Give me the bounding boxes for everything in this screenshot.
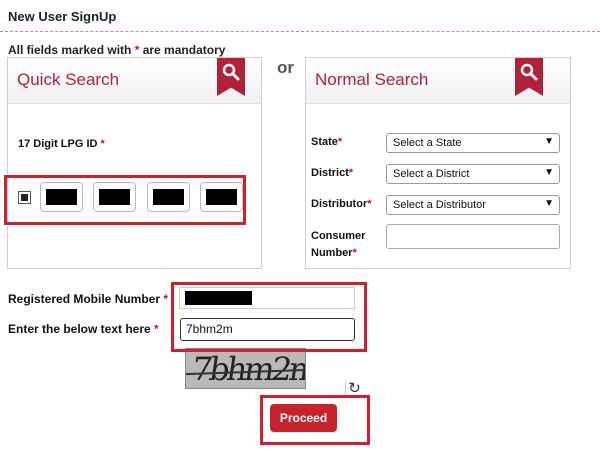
search-icon[interactable] bbox=[515, 58, 543, 96]
district-label: District* bbox=[311, 167, 354, 179]
chevron-down-icon: ▼ bbox=[544, 198, 554, 209]
lpg-id-field-2[interactable] bbox=[93, 182, 136, 212]
captcha-image: 7bhm2m bbox=[185, 348, 306, 389]
captcha-label: Enter the below text here * bbox=[8, 322, 159, 336]
distributor-label: Distributor* bbox=[311, 198, 372, 210]
chevron-down-icon: ▼ bbox=[544, 167, 554, 178]
mandatory-note: All fields marked with * are mandatory bbox=[8, 43, 226, 57]
consumer-number-input[interactable] bbox=[386, 224, 560, 249]
lpg-id-checkbox[interactable] bbox=[18, 191, 31, 204]
mobile-number-label: Registered Mobile Number * bbox=[8, 292, 169, 306]
search-icon[interactable] bbox=[217, 58, 245, 96]
state-label: State* bbox=[311, 136, 343, 148]
page-title: New User SignUp bbox=[8, 9, 117, 24]
lpg-id-field-1[interactable] bbox=[40, 182, 83, 212]
refresh-icon[interactable]: ↻ bbox=[345, 380, 363, 398]
title-divider bbox=[0, 31, 600, 32]
proceed-button[interactable]: Proceed bbox=[270, 404, 337, 432]
state-select[interactable]: Select a State ▼ bbox=[386, 133, 560, 153]
or-separator: or bbox=[277, 58, 294, 77]
distributor-select[interactable]: Select a Distributor ▼ bbox=[386, 195, 560, 215]
lpg-id-field-3[interactable] bbox=[147, 182, 190, 212]
chevron-down-icon: ▼ bbox=[544, 136, 554, 147]
quick-search-panel: Quick Search 17 Digit LPG ID * bbox=[7, 57, 262, 269]
lpg-id-input-group bbox=[12, 180, 252, 214]
normal-search-panel: Normal Search State* Select a State ▼ Dis… bbox=[305, 57, 571, 269]
district-select[interactable]: Select a District ▼ bbox=[386, 164, 560, 184]
lpg-id-field-4[interactable] bbox=[200, 182, 243, 212]
normal-search-header: Normal Search bbox=[306, 58, 570, 104]
quick-search-title: Quick Search bbox=[17, 70, 120, 89]
captcha-input[interactable]: 7bhm2m bbox=[180, 318, 355, 341]
normal-search-title: Normal Search bbox=[315, 70, 429, 89]
consumer-number-label: Consumer Number* bbox=[311, 230, 366, 259]
lpg-id-label: 17 Digit LPG ID * bbox=[18, 138, 105, 150]
quick-search-header: Quick Search bbox=[8, 58, 261, 104]
mobile-number-input[interactable] bbox=[179, 287, 355, 309]
